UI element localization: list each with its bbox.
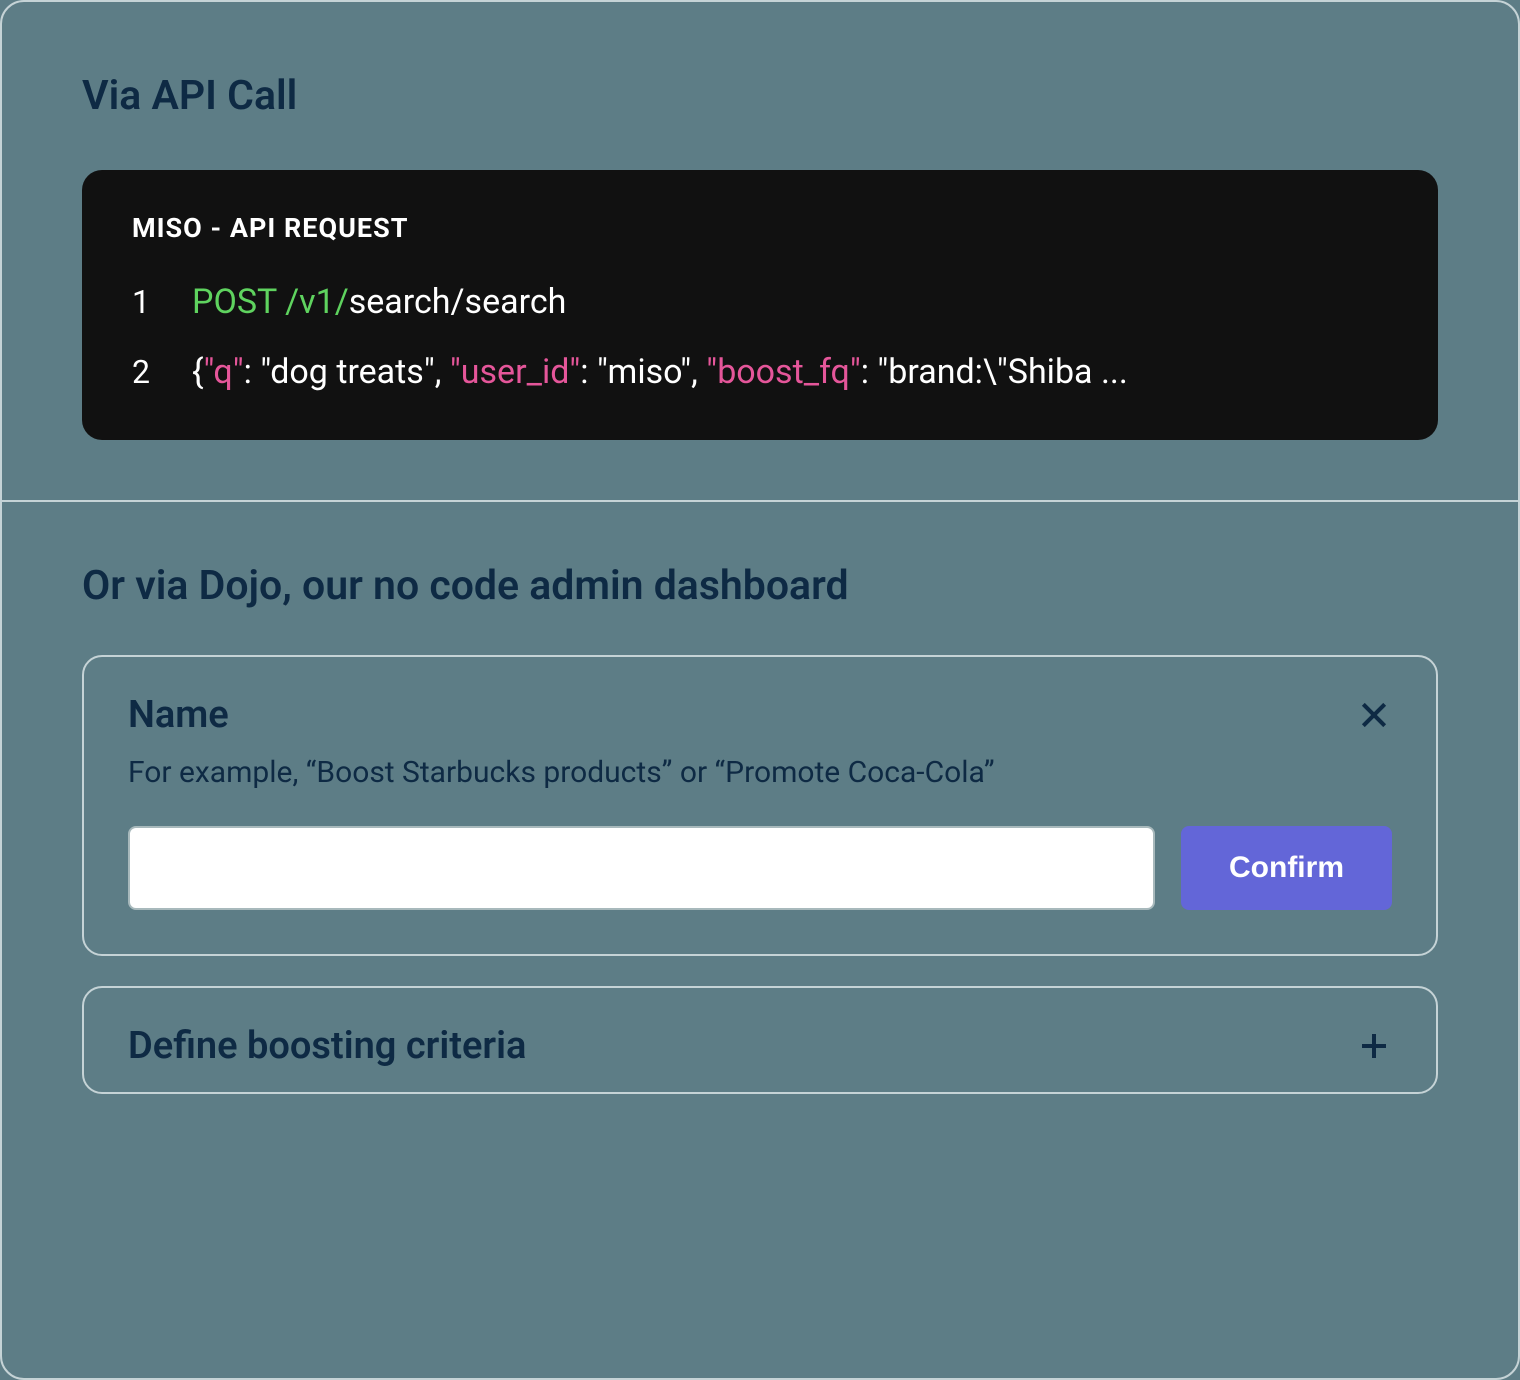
code-block: MISO - API REQUEST 1 POST /v1/search/sea… bbox=[82, 170, 1438, 440]
name-card-hint: For example, “Boost Starbucks products” … bbox=[128, 755, 1392, 790]
main-container: Via API Call MISO - API REQUEST 1 POST /… bbox=[0, 0, 1520, 1380]
api-section: Via API Call MISO - API REQUEST 1 POST /… bbox=[2, 2, 1518, 502]
line-number: 2 bbox=[132, 353, 192, 391]
name-card: Name For example, “Boost Starbucks produ… bbox=[82, 655, 1438, 956]
json-key: "q" bbox=[204, 352, 244, 392]
json-value: : "brand:\"Shiba ... bbox=[861, 352, 1128, 392]
name-input[interactable] bbox=[128, 826, 1155, 910]
json-brace: { bbox=[192, 352, 204, 392]
json-value: : "miso", bbox=[580, 352, 706, 392]
code-title: MISO - API REQUEST bbox=[132, 212, 1388, 244]
name-card-title: Name bbox=[128, 693, 229, 737]
json-key: "user_id" bbox=[450, 352, 580, 392]
code-content: {"q": "dog treats", "user_id": "miso", "… bbox=[192, 352, 1388, 392]
code-line-2: 2 {"q": "dog treats", "user_id": "miso",… bbox=[132, 352, 1388, 392]
code-line-1: 1 POST /v1/search/search bbox=[132, 282, 1388, 322]
card-header: Define boosting criteria bbox=[128, 1024, 1392, 1068]
line-number: 1 bbox=[132, 283, 192, 321]
dojo-heading: Or via Dojo, our no code admin dashboard bbox=[82, 562, 1438, 610]
input-row: Confirm bbox=[128, 826, 1392, 910]
criteria-card-title: Define boosting criteria bbox=[128, 1024, 526, 1068]
code-content: POST /v1/search/search bbox=[192, 282, 1388, 322]
http-method: POST /v1/ bbox=[192, 282, 349, 322]
confirm-button[interactable]: Confirm bbox=[1181, 826, 1392, 910]
http-path: search/search bbox=[349, 282, 567, 322]
close-icon[interactable] bbox=[1356, 697, 1392, 733]
json-value: : "dog treats", bbox=[244, 352, 450, 392]
dojo-section: Or via Dojo, our no code admin dashboard… bbox=[2, 502, 1518, 1134]
card-header: Name bbox=[128, 693, 1392, 737]
api-heading: Via API Call bbox=[82, 72, 1438, 120]
json-key: "boost_fq" bbox=[706, 352, 860, 392]
plus-icon[interactable] bbox=[1356, 1028, 1392, 1064]
criteria-card[interactable]: Define boosting criteria bbox=[82, 986, 1438, 1094]
